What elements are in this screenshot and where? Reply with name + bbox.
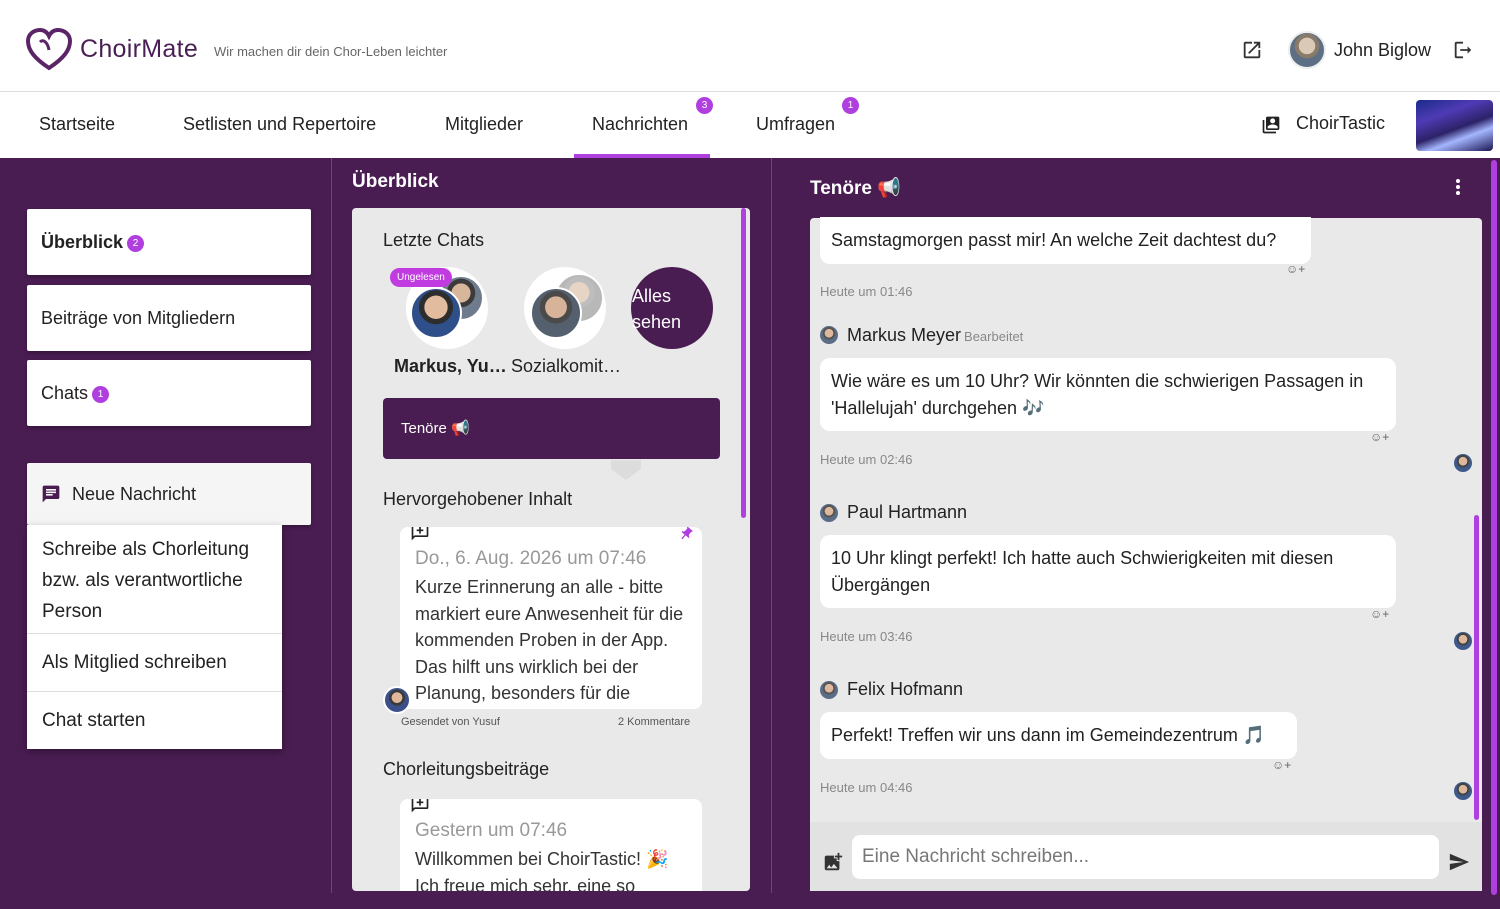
- edited-label: Bearbeitet: [964, 329, 1024, 344]
- read-receipt-avatar: [1454, 782, 1472, 800]
- top-bar: ChoirMate Wir machen dir dein Chor-Leben…: [0, 0, 1500, 92]
- overview-title: Überblick: [352, 171, 439, 192]
- tab-setlisten[interactable]: Setlisten und Repertoire: [165, 93, 394, 158]
- sidebar-item-label: Überblick: [41, 232, 124, 252]
- ueberblick-badge: 2: [127, 234, 145, 252]
- main-nav: Startseite Setlisten und Repertoire Mitg…: [0, 93, 1500, 158]
- menu-divider: [27, 691, 282, 692]
- read-receipt-avatar: [1454, 454, 1472, 472]
- sidebar-item-beitraege[interactable]: Beiträge von Mitgliedern: [27, 285, 311, 351]
- recent-chat-name[interactable]: Sozialkomit…: [511, 356, 621, 377]
- post-date: Do., 6. Aug. 2026 um 07:46: [415, 548, 647, 569]
- chat-message-bubble[interactable]: Samstagmorgen passt mir! An welche Zeit …: [820, 217, 1311, 264]
- message-input[interactable]: [852, 835, 1439, 879]
- sender-avatar[interactable]: [820, 326, 838, 344]
- member-photo: [410, 287, 462, 339]
- tagline: Wir machen dir dein Chor-Leben leichter: [214, 44, 448, 59]
- more-options-icon[interactable]: [1450, 177, 1466, 197]
- read-receipt-avatar: [1454, 632, 1472, 650]
- new-message-menu: Schreibe als Chorleitung bzw. als verant…: [27, 525, 282, 749]
- menu-item-write-as-member[interactable]: Als Mitglied schreiben: [27, 647, 282, 678]
- heart-logo-icon[interactable]: [26, 28, 72, 72]
- message-time: Heute um 01:46: [820, 284, 913, 299]
- external-link-icon[interactable]: [1241, 39, 1263, 61]
- post-comment-count[interactable]: 2 Kommentare: [618, 716, 690, 728]
- highlighted-content-heading: Hervorgehobener Inhalt: [383, 489, 573, 509]
- recent-chat-avatar[interactable]: [524, 267, 606, 349]
- choir-library-icon[interactable]: [1261, 115, 1281, 135]
- choir-image[interactable]: [1416, 100, 1493, 151]
- add-comment-icon[interactable]: [410, 527, 430, 542]
- sender-name-text: Markus Meyer: [847, 325, 962, 345]
- sender-avatar[interactable]: [820, 504, 838, 522]
- tab-startseite[interactable]: Startseite: [21, 93, 133, 158]
- sender-avatar[interactable]: [820, 681, 838, 699]
- leader-post-card[interactable]: Gestern um 07:46 Willkommen bei ChoirTas…: [400, 799, 702, 891]
- member-photo: [530, 287, 582, 339]
- tab-nachrichten[interactable]: Nachrichten: [574, 93, 710, 158]
- leader-posts-heading: Chorleitungsbeiträge: [383, 759, 550, 779]
- pin-icon[interactable]: [678, 526, 694, 542]
- umfragen-badge: 1: [842, 97, 859, 114]
- logout-icon[interactable]: [1452, 39, 1474, 61]
- unread-tag: Ungelesen: [390, 268, 452, 287]
- send-icon[interactable]: [1448, 851, 1470, 873]
- sidebar-item-label: Beiträge von Mitgliedern: [41, 308, 236, 328]
- brand-name[interactable]: ChoirMate: [80, 35, 198, 64]
- column-divider: [771, 158, 772, 893]
- post-date: Gestern um 07:46: [415, 820, 568, 841]
- nachrichten-badge: 3: [696, 97, 713, 114]
- tab-mitglieder[interactable]: Mitglieder: [427, 93, 541, 158]
- highlighted-post-card[interactable]: Do., 6. Aug. 2026 um 07:46 Kurze Erinner…: [400, 527, 702, 709]
- add-comment-icon[interactable]: [410, 799, 430, 814]
- sidebar-item-chats[interactable]: Chats 1: [27, 360, 311, 426]
- menu-divider: [27, 633, 282, 634]
- tab-umfragen[interactable]: Umfragen: [738, 93, 853, 158]
- chat-scrollbar[interactable]: [1474, 515, 1479, 820]
- sender-name: Paul Hartmann: [847, 502, 968, 522]
- menu-item-start-chat[interactable]: Chat starten: [27, 705, 282, 736]
- attach-image-icon[interactable]: [822, 851, 844, 873]
- post-author-avatar[interactable]: [383, 686, 411, 714]
- user-name[interactable]: John Biglow: [1334, 40, 1431, 61]
- sender-name: Markus Meyer Bearbeitet: [847, 325, 1023, 346]
- chat-message-bubble[interactable]: 10 Uhr klingt perfekt! Ich hatte auch Sc…: [820, 535, 1396, 608]
- menu-item-write-as-leader[interactable]: Schreibe als Chorleitung bzw. als verant…: [27, 534, 282, 627]
- message-time: Heute um 02:46: [820, 452, 913, 467]
- chats-badge: 1: [92, 385, 110, 403]
- new-message-button[interactable]: Neue Nachricht: [27, 463, 311, 525]
- chat-message-bubble[interactable]: Wie wäre es um 10 Uhr? Wir könnten die s…: [820, 358, 1396, 431]
- add-reaction-icon[interactable]: ☺+: [1286, 262, 1305, 276]
- add-reaction-icon[interactable]: ☺+: [1272, 758, 1291, 772]
- post-sent-by: Gesendet von Yusuf: [401, 716, 500, 728]
- message-icon: [42, 485, 60, 503]
- user-avatar[interactable]: [1288, 31, 1326, 69]
- choir-name[interactable]: ChoirTastic: [1296, 113, 1385, 134]
- post-text: Willkommen bei ChoirTastic! 🎉 Ich freue …: [415, 849, 669, 891]
- recent-chat-name[interactable]: Markus, Yu…: [394, 356, 507, 377]
- message-time: Heute um 03:46: [820, 629, 913, 644]
- overview-scrollbar[interactable]: [741, 208, 746, 518]
- post-text: Kurze Erinnerung an alle - bitte markier…: [415, 577, 684, 703]
- new-message-label: Neue Nachricht: [72, 484, 197, 504]
- sidebar-item-ueberblick[interactable]: Überblick 2: [27, 209, 311, 275]
- message-time: Heute um 04:46: [820, 780, 913, 795]
- recent-chats-heading: Letzte Chats: [383, 230, 485, 250]
- add-reaction-icon[interactable]: ☺+: [1370, 430, 1389, 444]
- add-reaction-icon[interactable]: ☺+: [1370, 607, 1389, 621]
- page-scrollbar[interactable]: [1491, 160, 1497, 895]
- chat-message-bubble[interactable]: Perfekt! Treffen wir uns dann im Gemeind…: [820, 712, 1297, 759]
- sidebar-item-label: Chats: [41, 383, 89, 403]
- chat-title: Tenöre 📢: [810, 178, 901, 199]
- sender-name: Felix Hofmann: [847, 679, 964, 699]
- column-divider: [331, 158, 332, 893]
- see-all-chats-button[interactable]: Alles sehen: [631, 267, 713, 349]
- channel-tenoere-button[interactable]: Tenöre 📢: [383, 398, 720, 459]
